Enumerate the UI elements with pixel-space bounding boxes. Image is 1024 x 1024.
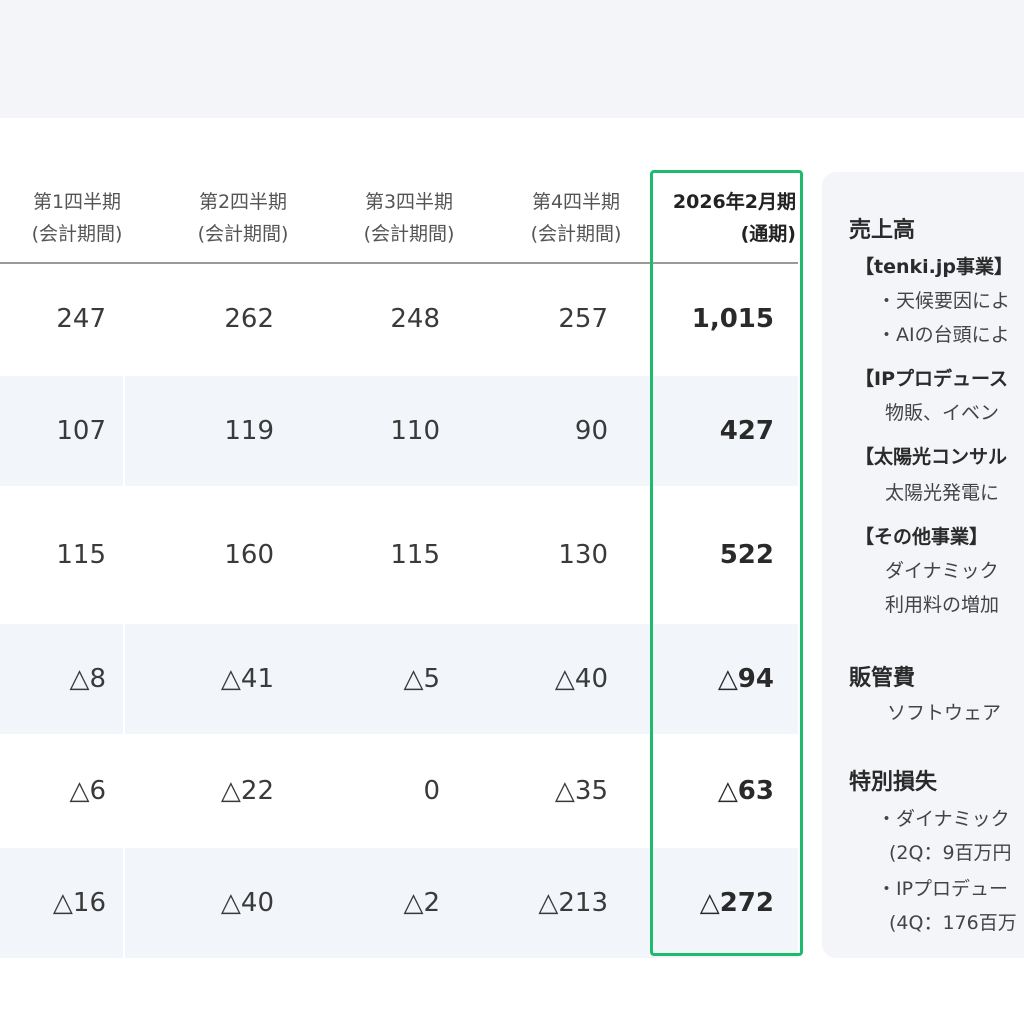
cell-fy: △94 bbox=[717, 664, 774, 694]
loss-heading: 特別損失 bbox=[849, 770, 938, 795]
notes-panel: 売上高 【tenki.jp事業】 ・天候要因によ ・AIの台頭によ 【IPプロデ… bbox=[822, 172, 1024, 958]
cell-q1: △6 bbox=[69, 776, 106, 806]
cell-q4: 90 bbox=[574, 416, 608, 446]
column-header-fy: 2026年2月期 (通期) bbox=[646, 186, 796, 250]
cell-q1: 115 bbox=[56, 540, 106, 570]
cell-q3: △2 bbox=[403, 888, 440, 918]
sga-note-1: ソフトウェア bbox=[887, 702, 1002, 724]
cell-q4: △213 bbox=[538, 888, 608, 918]
cell-q2: △41 bbox=[220, 664, 274, 694]
other-heading: 【その他事業】 bbox=[855, 526, 989, 548]
solar-note-1: 太陽光発電に bbox=[885, 482, 1000, 504]
cell-fy: 427 bbox=[719, 416, 774, 446]
cell-q4: 130 bbox=[558, 540, 608, 570]
cell-q2: 119 bbox=[224, 416, 274, 446]
column-header-fy-title: 2026年2月期 bbox=[672, 191, 796, 213]
cell-q1: △16 bbox=[52, 888, 106, 918]
column-header-q1-title: 第1四半期 bbox=[32, 191, 122, 213]
column-header-q4-sub: (会計期間) bbox=[530, 223, 622, 245]
column-header-q3: 第3四半期 (会計期間) bbox=[334, 186, 484, 250]
column-header-q1: 第1四半期 (会計期間) bbox=[2, 186, 152, 250]
column-header-q1-sub: (会計期間) bbox=[31, 223, 123, 245]
cell-q1: △8 bbox=[69, 664, 106, 694]
solar-heading: 【太陽光コンサル bbox=[855, 446, 1008, 468]
other-note-2: 利用料の増加 bbox=[885, 594, 1000, 616]
sales-heading: 売上高 bbox=[849, 218, 916, 243]
cell-fy: △63 bbox=[717, 776, 774, 806]
table-row: △6 △22 0 △35 △63 bbox=[0, 736, 798, 846]
column-header-q3-sub: (会計期間) bbox=[363, 223, 455, 245]
tenki-heading: 【tenki.jp事業】 bbox=[855, 256, 1013, 278]
sga-heading: 販管費 bbox=[849, 666, 916, 691]
cell-q3: 115 bbox=[390, 540, 440, 570]
column-header-q2-title: 第2四半期 bbox=[198, 191, 288, 213]
tenki-note-2: ・AIの台頭によ bbox=[877, 324, 1010, 346]
table-row: 107 119 110 90 427 bbox=[0, 376, 798, 486]
loss-note-3: ・IPプロデュー bbox=[877, 878, 1009, 900]
cell-q2: 160 bbox=[224, 540, 274, 570]
header-band bbox=[0, 0, 1024, 118]
column-header-q4-title: 第4四半期 bbox=[531, 191, 621, 213]
cell-fy: 1,015 bbox=[691, 304, 774, 334]
cell-q3: 110 bbox=[390, 416, 440, 446]
cell-q2: △40 bbox=[220, 888, 274, 918]
tenki-note-1: ・天候要因によ bbox=[877, 290, 1011, 312]
column-header-q2-sub: (会計期間) bbox=[197, 223, 289, 245]
column-header-q3-title: 第3四半期 bbox=[364, 191, 454, 213]
column-gap bbox=[123, 624, 125, 734]
cell-fy: 522 bbox=[719, 540, 774, 570]
loss-note-4: (4Q：176百万 bbox=[889, 912, 1017, 934]
cell-q1: 107 bbox=[56, 416, 106, 446]
table-row: 247 262 248 257 1,015 bbox=[0, 264, 798, 374]
cell-q3: △5 bbox=[403, 664, 440, 694]
cell-q2: △22 bbox=[220, 776, 274, 806]
loss-note-2: (2Q：9百万円 bbox=[889, 842, 1012, 864]
cell-q4: 257 bbox=[558, 304, 608, 334]
ip-note-1: 物販、イベン bbox=[885, 402, 1000, 424]
cell-q2: 262 bbox=[224, 304, 274, 334]
column-header-q4: 第4四半期 (会計期間) bbox=[501, 186, 651, 250]
ip-heading: 【IPプロデュース bbox=[855, 368, 1009, 390]
cell-q4: △35 bbox=[554, 776, 608, 806]
table-row: △16 △40 △2 △213 △272 bbox=[0, 848, 798, 958]
loss-note-1: ・ダイナミック bbox=[877, 808, 1010, 830]
cell-q1: 247 bbox=[56, 304, 106, 334]
other-note-1: ダイナミック bbox=[885, 560, 999, 582]
cell-q3: 248 bbox=[390, 304, 440, 334]
cell-q4: △40 bbox=[554, 664, 608, 694]
column-gap bbox=[123, 848, 125, 958]
column-header-fy-sub: (通期) bbox=[740, 223, 796, 245]
column-header-q2: 第2四半期 (会計期間) bbox=[168, 186, 318, 250]
cell-q3: 0 bbox=[423, 776, 440, 806]
table-row: 115 160 115 130 522 bbox=[0, 488, 798, 622]
table-row: △8 △41 △5 △40 △94 bbox=[0, 624, 798, 734]
cell-fy: △272 bbox=[699, 888, 774, 918]
column-gap bbox=[123, 376, 125, 486]
